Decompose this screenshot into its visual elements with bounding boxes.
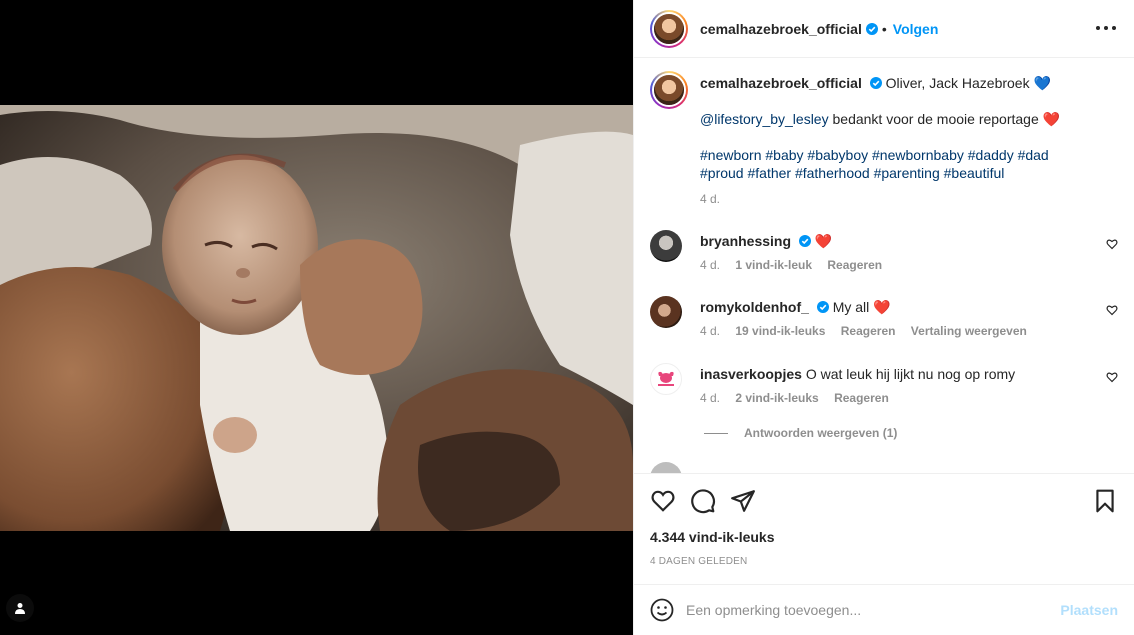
follow-button[interactable]: Volgen [893, 21, 939, 37]
author-username[interactable]: cemalhazebroek_official [700, 21, 862, 37]
action-bar [634, 473, 1134, 525]
tag-user-button[interactable] [6, 594, 34, 622]
posted-time: 4 DAGEN GELEDEN [650, 556, 748, 567]
comment-icon[interactable] [690, 488, 716, 514]
emoji-icon[interactable] [650, 598, 674, 622]
reply-button[interactable]: Reageren [834, 391, 889, 405]
small-heart-icon[interactable] [1106, 304, 1118, 316]
comment-like-count[interactable]: 2 vind-ik-leuks [735, 391, 818, 405]
post-modal: cemalhazebroek_official • Volgen cemalha… [0, 0, 1134, 635]
view-replies-button[interactable]: Antwoorden weergeven (1) [704, 426, 897, 440]
caption-hashtags-line1[interactable]: #newborn #baby #babyboy #newbornbaby #da… [700, 146, 1118, 164]
verified-badge-icon [798, 235, 811, 247]
commenter-avatar[interactable] [650, 230, 682, 262]
comments-list[interactable]: cemalhazebroek_official Oliver, Jack Haz… [634, 59, 1134, 473]
comment-age: 4 d. [700, 258, 721, 272]
commenter-username[interactable]: inasverkoopjes [700, 366, 802, 382]
replies-divider [704, 432, 728, 434]
tag-user-icon [15, 603, 25, 614]
bookmark-icon[interactable] [1092, 488, 1118, 514]
caption-mention-link[interactable]: @lifestory_by_lesley [700, 111, 829, 127]
small-heart-icon[interactable] [1106, 238, 1118, 250]
caption: cemalhazebroek_official Oliver, Jack Haz… [650, 71, 1118, 208]
translate-button[interactable]: Vertaling weergeven [911, 324, 1027, 338]
commenter-username[interactable]: romykoldenhof_ [700, 299, 809, 315]
newborn-photo-image [0, 105, 633, 531]
shop-logo-icon [658, 371, 674, 386]
caption-avatar[interactable] [650, 71, 688, 109]
caption-mention-text: bedankt voor de mooie reportage [832, 111, 1039, 127]
comment-text: O wat leuk hij lijkt nu nog op romy [805, 366, 1016, 382]
comment-like-count[interactable]: 19 vind-ik-leuks [735, 324, 825, 338]
comment-age: 4 d. [700, 391, 721, 405]
add-comment-bar: Plaatsen [634, 584, 1134, 635]
verified-badge-icon [869, 77, 882, 89]
post-side-panel: cemalhazebroek_official • Volgen cemalha… [633, 0, 1134, 635]
author-avatar[interactable] [650, 9, 688, 48]
caption-red-heart-emoji: ❤️ [1042, 111, 1061, 127]
comment-age: 4 d. [700, 324, 721, 338]
verified-badge-icon [865, 22, 878, 35]
reply-button[interactable]: Reageren [827, 258, 882, 272]
partial-comment-cutoff [650, 462, 1118, 473]
comment-item: inasverkoopjes O wat leuk hij lijkt nu n… [650, 363, 1118, 405]
reply-button[interactable]: Reageren [841, 324, 896, 338]
share-icon[interactable] [730, 488, 756, 514]
comment-item: bryanhessing ❤️ 4 d. 1 vind-ik-leuk Reag… [650, 230, 1118, 272]
caption-heart-emoji: 💙 [1033, 75, 1051, 91]
post-photo[interactable] [0, 105, 633, 531]
media-pane [0, 0, 633, 635]
heart-icon[interactable] [650, 488, 676, 514]
verified-badge-icon [816, 301, 829, 313]
comment-text: My all ❤️ [832, 299, 891, 315]
comment-like-count[interactable]: 1 vind-ik-leuk [735, 258, 812, 272]
comment-text: ❤️ [814, 233, 833, 249]
comment-item: romykoldenhof_ My all ❤️ 4 d. 19 vind-ik… [650, 296, 1118, 338]
caption-hashtags-line2[interactable]: #proud #father #fatherhood #parenting #b… [700, 164, 1118, 182]
commenter-username[interactable]: bryanhessing [700, 233, 791, 249]
small-heart-icon[interactable] [1106, 371, 1118, 383]
comment-input[interactable] [686, 602, 1061, 618]
commenter-avatar[interactable] [650, 363, 682, 395]
post-header: cemalhazebroek_official • Volgen [634, 0, 1134, 58]
like-count[interactable]: 4.344 vind-ik-leuks [650, 529, 775, 545]
caption-age: 4 d. [700, 192, 721, 206]
caption-username[interactable]: cemalhazebroek_official [700, 75, 862, 91]
caption-text: Oliver, Jack Hazebroek [885, 75, 1030, 91]
post-comment-button[interactable]: Plaatsen [1060, 602, 1118, 618]
separator-dot: • [881, 20, 887, 37]
more-options-icon[interactable] [1094, 18, 1118, 38]
view-replies-label: Antwoorden weergeven (1) [744, 426, 898, 440]
commenter-avatar[interactable] [650, 296, 682, 328]
